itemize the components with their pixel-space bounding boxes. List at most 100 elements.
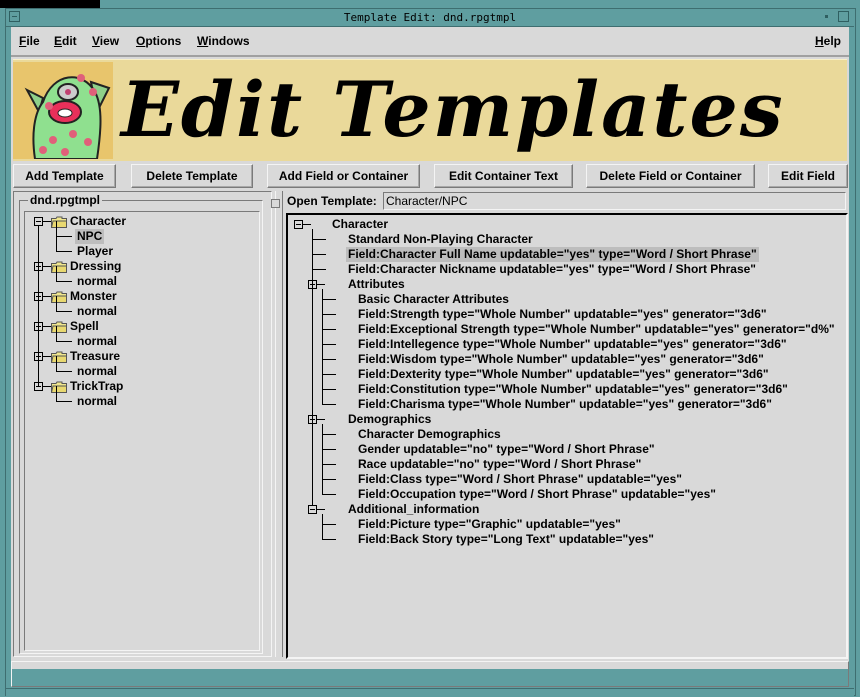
desktop-black-strip [0, 0, 100, 8]
tree-connector [317, 509, 325, 510]
app-window: File Edit View Options Windows Help Edit… [11, 27, 849, 687]
edit-field-button[interactable]: Edit Field [768, 164, 848, 188]
tree-connector [322, 464, 336, 465]
tree-item-normal[interactable]: normal [77, 394, 117, 409]
tree-connector [56, 236, 72, 237]
expand-toggle-icon[interactable] [308, 505, 317, 514]
banner-title: Edit Templates [121, 65, 785, 154]
menu-help-label: elp [823, 34, 841, 48]
template-category-tree[interactable]: Character NPC Player Dressing normal Monster n… [24, 211, 260, 651]
tree-item-normal[interactable]: normal [77, 304, 117, 319]
tree-field[interactable]: Standard Non-Playing Character [348, 232, 533, 247]
template-file-label: dnd.rpgtmpl [28, 193, 102, 207]
tree-category-character[interactable]: Character [70, 214, 126, 229]
tree-field[interactable]: Field:Charisma type="Whole Number" updat… [358, 397, 772, 412]
add-template-button[interactable]: Add Template [13, 164, 116, 188]
open-template-label: Open Template: [287, 194, 377, 208]
delete-field-or-container-button[interactable]: Delete Field or Container [586, 164, 755, 188]
tree-field[interactable]: Field:Occupation type="Word / Short Phra… [358, 487, 716, 502]
tree-field[interactable]: Gender updatable="no" type="Word / Short… [358, 442, 655, 457]
tree-item-npc[interactable]: NPC [75, 229, 105, 244]
tree-field[interactable]: Field:Dexterity type="Whole Number" upda… [358, 367, 769, 382]
tree-connector [56, 386, 57, 401]
tree-field[interactable]: Field:Character Full Name updatable="yes… [346, 247, 759, 262]
folder-icon [50, 380, 67, 393]
status-bar [11, 661, 849, 687]
tree-field[interactable]: Field:Character Nickname updatable="yes"… [348, 262, 756, 277]
tree-field[interactable]: Field:Picture type="Graphic" updatable="… [358, 517, 621, 532]
tree-connector [43, 296, 51, 297]
tree-connector [38, 226, 39, 387]
maximize-icon[interactable] [838, 11, 849, 22]
add-field-or-container-button[interactable]: Add Field or Container [267, 164, 420, 188]
menu-view[interactable]: View [92, 34, 119, 48]
tree-connector [322, 329, 336, 330]
tree-field[interactable]: Field:Strength type="Whole Number" updat… [358, 307, 767, 322]
tree-container[interactable]: Additional_information [348, 502, 479, 517]
tree-container[interactable]: Demographics [348, 412, 431, 427]
tree-category-monster[interactable]: Monster [70, 289, 117, 304]
tree-connector [56, 371, 72, 372]
tree-connector [317, 419, 325, 420]
menu-help[interactable]: Help [815, 34, 841, 48]
tree-field[interactable]: Field:Back Story type="Long Text" updata… [358, 532, 654, 547]
tree-field[interactable]: Field:Intellegence type="Whole Number" u… [358, 337, 787, 352]
tree-connector [322, 299, 336, 300]
open-template-field[interactable]: Character/NPC [383, 192, 846, 210]
tree-item-normal[interactable]: normal [77, 364, 117, 379]
tree-root-character[interactable]: Character [332, 217, 388, 232]
template-structure-tree[interactable]: Character Standard Non-Playing Character F… [286, 213, 848, 659]
title-bar[interactable]: Template Edit: dnd.rpgtmpl [6, 9, 854, 27]
tree-connector [56, 356, 57, 371]
tree-field[interactable]: Character Demographics [358, 427, 501, 442]
folder-icon [50, 260, 67, 273]
tree-connector [43, 326, 51, 327]
menu-edit-label: dit [62, 34, 77, 48]
delete-template-button[interactable]: Delete Template [131, 164, 253, 188]
tree-item-normal[interactable]: normal [77, 274, 117, 289]
tree-field[interactable]: Field:Class type="Word / Short Phrase" u… [358, 472, 682, 487]
tree-connector [317, 284, 325, 285]
tree-category-spell[interactable]: Spell [70, 319, 99, 334]
expand-toggle-icon[interactable] [34, 217, 43, 226]
tree-field[interactable]: Basic Character Attributes [358, 292, 509, 307]
edit-container-text-button[interactable]: Edit Container Text [434, 164, 573, 188]
tree-field[interactable]: Field:Constitution type="Whole Number" u… [358, 382, 788, 397]
tree-connector [56, 401, 72, 402]
tree-field[interactable]: Race updatable="no" type="Word / Short P… [358, 457, 641, 472]
menu-edit[interactable]: Edit [54, 34, 77, 48]
tree-connector [56, 221, 57, 251]
menu-file[interactable]: File [19, 34, 40, 48]
tree-field[interactable]: Field:Exceptional Strength type="Whole N… [358, 322, 835, 337]
menu-options[interactable]: Options [136, 34, 181, 48]
tree-item-normal[interactable]: normal [77, 334, 117, 349]
tree-container[interactable]: Attributes [348, 277, 405, 292]
tree-connector [56, 311, 72, 312]
menu-help-mnemonic: H [814, 34, 824, 48]
tree-connector [322, 289, 323, 405]
menu-windows[interactable]: Windows [197, 34, 250, 48]
tree-connector [322, 514, 323, 540]
tree-connector [43, 266, 51, 267]
tree-connector [322, 539, 336, 540]
tree-field[interactable]: Field:Wisdom type="Whole Number" updatab… [358, 352, 764, 367]
tree-category-treasure[interactable]: Treasure [70, 349, 120, 364]
menu-file-label: ile [26, 34, 40, 48]
pane-splitter[interactable] [271, 191, 283, 657]
tree-category-dressing[interactable]: Dressing [70, 259, 121, 274]
folder-icon [50, 290, 67, 303]
expand-toggle-icon[interactable] [294, 220, 303, 229]
menu-edit-mnemonic: E [54, 34, 63, 48]
tree-connector [43, 356, 51, 357]
banner: Edit Templates [13, 59, 847, 161]
tree-connector [312, 254, 326, 255]
tree-category-tricktrap[interactable]: TrickTrap [70, 379, 123, 394]
tree-connector [322, 359, 336, 360]
tree-connector [43, 221, 51, 222]
tree-connector [322, 434, 336, 435]
tree-connector [303, 224, 311, 225]
splitter-handle[interactable] [271, 199, 280, 208]
tree-item-player[interactable]: Player [77, 244, 113, 259]
minimize-icon[interactable] [821, 11, 832, 22]
tree-connector [322, 404, 336, 405]
